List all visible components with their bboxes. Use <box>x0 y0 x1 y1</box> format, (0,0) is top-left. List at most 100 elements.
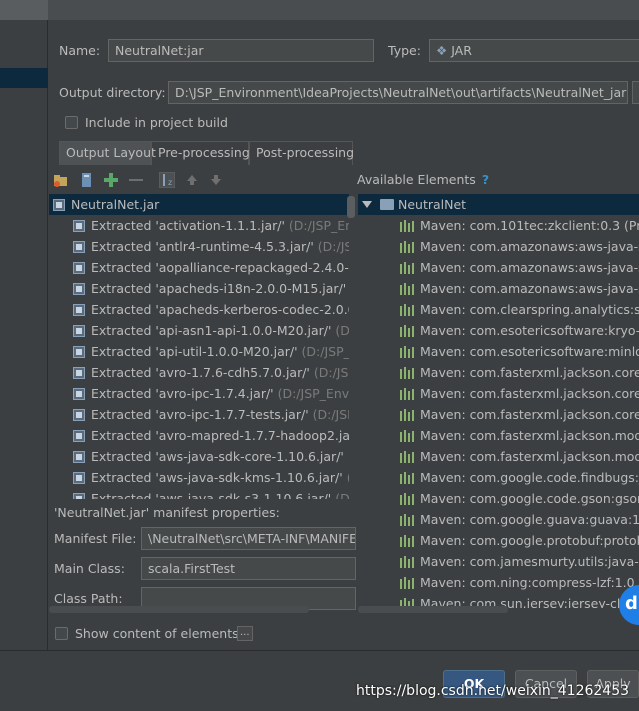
tree-vertical-scrollbar[interactable] <box>347 196 355 218</box>
available-row-label: Maven: com.esotericsoftware:kryo-sha <box>420 323 639 338</box>
output-layout-tree[interactable]: NeutralNet.jar Extracted 'activation-1.1… <box>49 194 356 499</box>
tree-row[interactable]: Extracted 'api-asn1-api-1.0.0-M20.jar/' … <box>49 320 349 341</box>
add-archive-icon[interactable] <box>79 172 95 188</box>
tree-row[interactable]: Extracted 'avro-ipc-1.7.4.jar/' (D:/JSP_… <box>49 383 349 404</box>
tree-row-label: Extracted 'aopalliance-repackaged-2.4.0-… <box>91 260 349 275</box>
tree-row-label: Extracted 'avro-1.7.6-cdh5.7.0.jar/' <box>91 365 310 380</box>
tree-row[interactable]: Extracted 'antlr4-runtime-4.5.3.jar/' (D… <box>49 236 349 257</box>
tree-row[interactable]: Extracted 'aws-java-sdk-s3-1.10.6.jar/' … <box>49 488 349 499</box>
tree-root[interactable]: NeutralNet.jar <box>49 194 349 215</box>
extracted-jar-icon <box>73 451 85 463</box>
extracted-jar-icon <box>73 367 85 379</box>
name-field[interactable]: NeutralNet:jar <box>108 39 374 62</box>
main-class-label: Main Class: <box>54 561 125 576</box>
move-down-icon[interactable] <box>208 172 224 188</box>
available-row[interactable]: Maven: com.google.protobuf:protobu <box>358 530 639 551</box>
tree-row[interactable]: Extracted 'avro-mapred-1.7.7-hadoop2.jar… <box>49 425 349 446</box>
watermark: https://blog.csdn.net/weixin_41262453 <box>356 683 630 699</box>
show-content-options-button[interactable]: ... <box>237 626 253 641</box>
tree-row-label: Extracted 'avro-mapred-1.7.7-hadoop2.jar… <box>91 428 349 443</box>
available-row[interactable]: Maven: com.jamesmurty.utils:java-xml <box>358 551 639 572</box>
expand-arrow-icon[interactable] <box>362 201 372 208</box>
include-build-checkbox[interactable] <box>65 116 78 129</box>
tree-row-label: Extracted 'apacheds-i18n-2.0.0-M15.jar/' <box>91 281 347 296</box>
available-row[interactable]: Maven: com.google.guava:guava:11.0. <box>358 509 639 530</box>
tree-row-label: Extracted 'avro-ipc-1.7.4.jar/' <box>91 386 274 401</box>
available-elements-tree[interactable]: NeutralNet Maven: com.101tec:zkclient:0.… <box>358 194 639 608</box>
show-content-checkbox[interactable] <box>55 627 68 640</box>
extracted-jar-icon <box>73 472 85 484</box>
manifest-file-label: Manifest File: <box>54 531 137 546</box>
tree-row-label: Extracted 'api-util-1.0.0-M20.jar/' <box>91 344 298 359</box>
create-directory-icon[interactable] <box>53 172 69 188</box>
extracted-jar-icon <box>73 241 85 253</box>
available-row[interactable]: Maven: com.google.code.gson:gson:2 <box>358 488 639 509</box>
available-row[interactable]: Maven: com.clearspring.analytics:strea <box>358 299 639 320</box>
available-row[interactable]: Maven: com.google.code.findbugs:jsr3 <box>358 467 639 488</box>
tree-row-path: (D:/JS <box>348 449 349 464</box>
tree-row[interactable]: Extracted 'avro-1.7.6-cdh5.7.0.jar/' (D:… <box>49 362 349 383</box>
tree-row-path: (D:/JSP_Env <box>313 365 349 380</box>
tab-post-processing[interactable]: Post-processing <box>249 141 354 165</box>
extracted-jar-icon <box>73 283 85 295</box>
tree-row[interactable]: Extracted 'apacheds-i18n-2.0.0-M15.jar/'… <box>49 278 349 299</box>
available-root[interactable]: NeutralNet <box>358 194 639 215</box>
maven-library-icon <box>400 430 414 442</box>
available-row[interactable]: Maven: com.ning:compress-lzf:1.0.3 <box>358 572 639 593</box>
available-row[interactable]: Maven: com.fasterxml.jackson.core:jac <box>358 404 639 425</box>
tree-row[interactable]: Extracted 'activation-1.1.1.jar/' (D:/JS… <box>49 215 349 236</box>
tree-row[interactable]: Extracted 'aopalliance-repackaged-2.4.0-… <box>49 257 349 278</box>
sort-icon[interactable]: z <box>159 172 175 188</box>
remove-icon[interactable] <box>128 172 144 188</box>
extracted-jar-icon <box>73 346 85 358</box>
available-row-label: Maven: com.101tec:zkclient:0.3 (Projec <box>420 218 639 233</box>
selected-artifact[interactable] <box>0 68 48 88</box>
manifest-header: 'NeutralNet.jar' manifest properties: <box>54 505 280 520</box>
output-directory-field[interactable]: D:\JSP_Environment\IdeaProjects\NeutralN… <box>168 81 628 104</box>
maven-library-icon <box>400 262 414 274</box>
help-icon[interactable]: ? <box>482 172 489 187</box>
title-bar-left <box>0 0 48 20</box>
manifest-file-field[interactable]: \NeutralNet\src\META-INF\MANIFEST <box>141 527 356 550</box>
move-up-icon[interactable] <box>184 172 200 188</box>
tree-row[interactable]: Extracted 'aws-java-sdk-core-1.10.6.jar/… <box>49 446 349 467</box>
available-row[interactable]: Maven: com.fasterxml.jackson.module <box>358 446 639 467</box>
tree-row[interactable]: Extracted 'api-util-1.0.0-M20.jar/' (D:/… <box>49 341 349 362</box>
maven-library-icon <box>400 472 414 484</box>
available-row[interactable]: Maven: com.fasterxml.jackson.module <box>358 425 639 446</box>
available-row-label: Maven: com.fasterxml.jackson.core:jac <box>420 365 639 380</box>
available-row[interactable]: Maven: com.101tec:zkclient:0.3 (Projec <box>358 215 639 236</box>
artifacts-list-pane[interactable] <box>0 20 48 650</box>
tree-row[interactable]: Extracted 'avro-ipc-1.7.7-tests.jar/' (D… <box>49 404 349 425</box>
maven-library-icon <box>400 367 414 379</box>
tree-row-path: (D:/JSF <box>347 470 349 485</box>
available-row[interactable]: Maven: com.fasterxml.jackson.core:jac <box>358 362 639 383</box>
available-row-label: Maven: com.clearspring.analytics:strea <box>420 302 639 317</box>
tree-row[interactable]: Extracted 'aws-java-sdk-kms-1.10.6.jar/'… <box>49 467 349 488</box>
available-row-label: Maven: com.ning:compress-lzf:1.0.3 <box>420 575 639 590</box>
available-row[interactable]: Maven: com.esotericsoftware:minlog:1 <box>358 341 639 362</box>
available-row[interactable]: Maven: com.amazonaws:aws-java-sdk <box>358 278 639 299</box>
available-row[interactable]: Maven: com.amazonaws:aws-java-sdk <box>358 236 639 257</box>
available-row[interactable]: Maven: com.amazonaws:aws-java-sdk <box>358 257 639 278</box>
jar-type-icon: ❖ <box>436 43 452 58</box>
horizontal-scrollbar-left[interactable] <box>49 606 309 613</box>
available-root-label: NeutralNet <box>398 197 467 212</box>
type-select[interactable]: ❖ JAR <box>429 39 639 62</box>
tab-output-layout[interactable]: Output Layout <box>59 141 156 165</box>
browse-button[interactable] <box>632 81 639 104</box>
available-row[interactable]: Maven: com.fasterxml.jackson.core:jac <box>358 383 639 404</box>
tree-row-path: (D:/JSP_Environm <box>277 386 349 401</box>
maven-library-icon <box>400 220 414 232</box>
horizontal-scrollbar-right[interactable] <box>358 606 508 613</box>
tree-row-path: (D:/JSP <box>335 323 349 338</box>
main-class-field[interactable]: scala.FirstTest <box>141 557 356 580</box>
available-row[interactable]: Maven: com.esotericsoftware:kryo-sha <box>358 320 639 341</box>
add-icon[interactable] <box>103 172 119 188</box>
include-build-label: Include in project build <box>85 115 228 130</box>
tree-row[interactable]: Extracted 'apacheds-kerberos-codec-2.0.0… <box>49 299 349 320</box>
svg-text:z: z <box>168 178 172 187</box>
class-path-label: Class Path: <box>54 591 123 606</box>
maven-library-icon <box>400 535 414 547</box>
tab-pre-processing[interactable]: Pre-processing <box>151 141 250 165</box>
